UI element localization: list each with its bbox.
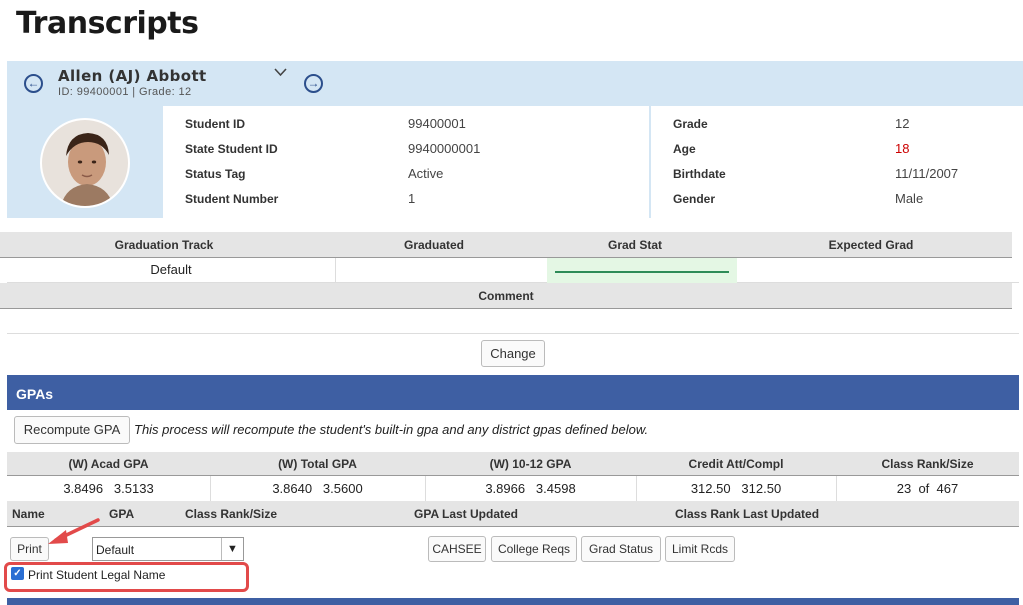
field-value: 1 <box>408 191 416 206</box>
student-fields-right: Grade 12 Age 18 Birthdate 11/11/2007 Gen… <box>651 106 1023 218</box>
college-reqs-button[interactable]: College Reqs <box>491 536 577 562</box>
comment-header: Comment <box>478 289 534 303</box>
column-header: Grad Stat <box>607 238 662 252</box>
field-value: 11/11/2007 <box>895 166 959 181</box>
field-label: State Student ID <box>185 142 278 156</box>
field-label: Student ID <box>185 117 245 131</box>
gpa-header-row: (W) Acad GPA (W) Total GPA (W) 10-12 GPA… <box>7 452 1019 476</box>
field-label: Birthdate <box>673 167 726 181</box>
grad-stat-cell <box>547 258 737 283</box>
recompute-gpa-button[interactable]: Recompute GPA <box>14 416 130 444</box>
recompute-note: This process will recompute the student'… <box>134 422 649 437</box>
page-title: Transcripts <box>16 6 199 41</box>
field-label: Status Tag <box>185 167 246 181</box>
change-button[interactable]: Change <box>481 340 545 367</box>
age-value: 18 <box>895 141 910 156</box>
column-header: (W) 10-12 GPA <box>489 457 572 471</box>
previous-student-icon[interactable]: ← <box>24 74 43 93</box>
cahsee-button[interactable]: CAHSEE <box>428 536 486 562</box>
track-value-row: Default <box>7 258 1019 283</box>
student-fields-left: Student ID 99400001 State Student ID 994… <box>163 106 649 218</box>
photo-cell <box>7 106 162 218</box>
column-header: GPA Last Updated <box>414 507 519 521</box>
field-label: Grade <box>673 117 708 131</box>
column-header: Class Rank/Size <box>185 507 278 521</box>
gpa-list-header-row: Name GPA Class Rank/Size GPA Last Update… <box>7 501 1019 527</box>
graduation-track-value: Default <box>150 262 192 277</box>
column-header: Class Rank/Size <box>881 457 974 471</box>
student-name[interactable]: Allen (AJ) Abbott <box>58 67 207 85</box>
limit-rcds-button[interactable]: Limit Rcds <box>665 536 735 562</box>
student-photo <box>40 118 130 208</box>
comment-header-row: Comment <box>0 283 1012 309</box>
gpa-select[interactable]: Default ▼ <box>92 537 244 561</box>
annotation-arrow-icon <box>48 518 100 544</box>
chevron-down-icon[interactable] <box>274 64 287 80</box>
acad-gpa-value: 3.8496 3.5133 <box>63 481 154 496</box>
grad-stat-bar <box>555 271 729 273</box>
column-header: GPA <box>109 507 135 521</box>
column-header: Expected Grad <box>828 238 914 252</box>
track-header-row: Graduation Track Graduated Grad Stat Exp… <box>0 232 1012 258</box>
column-header: (W) Total GPA <box>278 457 357 471</box>
field-value: 12 <box>895 116 910 131</box>
grade-10-12-gpa-value: 3.8966 3.4598 <box>485 481 576 496</box>
field-label: Age <box>673 142 696 156</box>
field-value: 9940000001 <box>408 141 481 156</box>
field-label: Gender <box>673 192 716 206</box>
next-student-icon[interactable]: → <box>304 74 323 93</box>
grad-status-button[interactable]: Grad Status <box>581 536 661 562</box>
gpa-value-row: 3.8496 3.5133 3.8640 3.5600 3.8966 3.459… <box>7 476 1019 501</box>
gpas-section-header: GPAs <box>7 375 1019 410</box>
student-id-grade: ID: 99400001 | Grade: 12 <box>58 86 192 98</box>
dropdown-arrow-icon[interactable]: ▼ <box>221 538 243 560</box>
column-header: Graduation Track <box>114 238 214 252</box>
column-header: Name <box>12 507 45 521</box>
column-header: Credit Att/Compl <box>688 457 784 471</box>
class-rank-size-value: 23 of 467 <box>896 481 959 496</box>
column-header: Class Rank Last Updated <box>675 507 820 521</box>
student-header: ← Allen (AJ) Abbott ID: 99400001 | Grade… <box>7 61 1023 106</box>
field-value: 99400001 <box>408 116 466 131</box>
credit-att-compl-value: 312.50 312.50 <box>690 481 782 496</box>
column-header: Graduated <box>403 238 464 252</box>
total-gpa-value: 3.8640 3.5600 <box>272 481 363 496</box>
field-label: Student Number <box>185 192 279 206</box>
annotation-highlight-box <box>4 562 249 592</box>
student-info-panel: Student ID 99400001 State Student ID 994… <box>7 106 1023 218</box>
field-value: Active <box>408 166 444 181</box>
column-header: (W) Acad GPA <box>68 457 149 471</box>
comment-value-row <box>7 309 1019 334</box>
next-section-header <box>7 598 1019 605</box>
field-value: Male <box>895 191 924 206</box>
